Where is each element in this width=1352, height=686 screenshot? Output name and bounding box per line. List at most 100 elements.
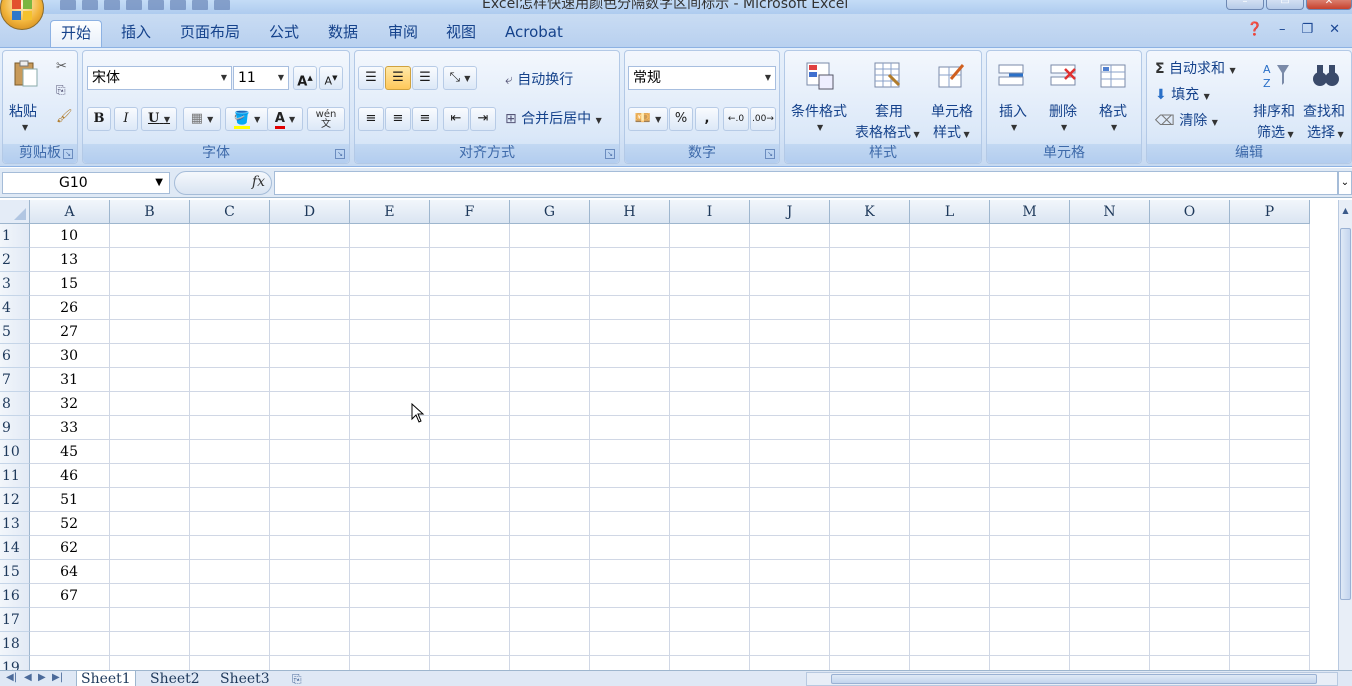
cell-l7[interactable]	[910, 368, 990, 392]
cell-o9[interactable]	[1150, 416, 1230, 440]
currency-button[interactable]: 💴 ▼	[628, 107, 668, 131]
cell-m18[interactable]	[990, 632, 1070, 656]
row-header-5[interactable]: 5	[0, 320, 30, 344]
cell-e19[interactable]	[350, 656, 430, 670]
clipboard-launcher-icon[interactable]: ↘	[63, 149, 73, 159]
cell-c18[interactable]	[190, 632, 270, 656]
insert-sheet-icon[interactable]: ⎘	[292, 672, 302, 686]
fill-color-button[interactable]: 🪣 ▼	[225, 107, 269, 131]
cell-k3[interactable]	[830, 272, 910, 296]
cell-j4[interactable]	[750, 296, 830, 320]
tab-view[interactable]: 视图	[436, 20, 486, 48]
cell-b19[interactable]	[110, 656, 190, 670]
cell-g1[interactable]	[510, 224, 590, 248]
wrap-text-button[interactable]: ⤶ 自动换行	[505, 69, 573, 89]
cell-e15[interactable]	[350, 560, 430, 584]
cell-l5[interactable]	[910, 320, 990, 344]
cell-e17[interactable]	[350, 608, 430, 632]
expand-formula-bar-icon[interactable]: ⌄	[1338, 171, 1352, 195]
cell-j3[interactable]	[750, 272, 830, 296]
cell-k18[interactable]	[830, 632, 910, 656]
cell-m5[interactable]	[990, 320, 1070, 344]
cell-k1[interactable]	[830, 224, 910, 248]
cell-e2[interactable]	[350, 248, 430, 272]
cell-k13[interactable]	[830, 512, 910, 536]
cell-j16[interactable]	[750, 584, 830, 608]
cell-c9[interactable]	[190, 416, 270, 440]
cell-j12[interactable]	[750, 488, 830, 512]
cell-o7[interactable]	[1150, 368, 1230, 392]
cell-m11[interactable]	[990, 464, 1070, 488]
cell-a1[interactable]: 10	[30, 224, 110, 248]
cell-i6[interactable]	[670, 344, 750, 368]
column-header-n[interactable]: N	[1070, 200, 1150, 224]
cell-h19[interactable]	[590, 656, 670, 670]
cell-i3[interactable]	[670, 272, 750, 296]
cell-n10[interactable]	[1070, 440, 1150, 464]
cell-p14[interactable]	[1230, 536, 1310, 560]
cell-l18[interactable]	[910, 632, 990, 656]
cell-b7[interactable]	[110, 368, 190, 392]
cell-a14[interactable]: 62	[30, 536, 110, 560]
row-header-11[interactable]: 11	[0, 464, 30, 488]
cell-d2[interactable]	[270, 248, 350, 272]
paste-icon[interactable]	[11, 59, 41, 89]
cell-l13[interactable]	[910, 512, 990, 536]
number-format-select[interactable]: 常规 ▼	[628, 66, 776, 90]
cell-k12[interactable]	[830, 488, 910, 512]
cell-a13[interactable]: 52	[30, 512, 110, 536]
cell-o3[interactable]	[1150, 272, 1230, 296]
cell-f15[interactable]	[430, 560, 510, 584]
cell-g16[interactable]	[510, 584, 590, 608]
cell-h11[interactable]	[590, 464, 670, 488]
cell-i17[interactable]	[670, 608, 750, 632]
find-select-icon[interactable]	[1311, 61, 1341, 91]
cell-b1[interactable]	[110, 224, 190, 248]
cell-b15[interactable]	[110, 560, 190, 584]
cell-i16[interactable]	[670, 584, 750, 608]
cell-i14[interactable]	[670, 536, 750, 560]
cell-d9[interactable]	[270, 416, 350, 440]
column-header-o[interactable]: O	[1150, 200, 1230, 224]
ribbon-close-icon[interactable]: ✕	[1329, 22, 1340, 37]
conditional-formatting-button[interactable]: 条件格式	[791, 101, 847, 121]
row-header-10[interactable]: 10	[0, 440, 30, 464]
cell-o10[interactable]	[1150, 440, 1230, 464]
cell-i1[interactable]	[670, 224, 750, 248]
row-header-18[interactable]: 18	[0, 632, 30, 656]
cell-a8[interactable]: 32	[30, 392, 110, 416]
cell-n6[interactable]	[1070, 344, 1150, 368]
cell-l3[interactable]	[910, 272, 990, 296]
cell-d8[interactable]	[270, 392, 350, 416]
cell-a12[interactable]: 51	[30, 488, 110, 512]
cell-n2[interactable]	[1070, 248, 1150, 272]
cell-p19[interactable]	[1230, 656, 1310, 670]
tab-data[interactable]: 数据	[318, 20, 368, 48]
cell-m6[interactable]	[990, 344, 1070, 368]
cell-g4[interactable]	[510, 296, 590, 320]
cell-m2[interactable]	[990, 248, 1070, 272]
new-icon[interactable]	[148, 0, 164, 10]
cell-g9[interactable]	[510, 416, 590, 440]
sheet-tab-sheet1[interactable]: Sheet1	[76, 671, 136, 686]
cell-l11[interactable]	[910, 464, 990, 488]
cell-c17[interactable]	[190, 608, 270, 632]
cell-n19[interactable]	[1070, 656, 1150, 670]
undo-icon[interactable]	[82, 0, 98, 10]
cell-d15[interactable]	[270, 560, 350, 584]
tab-review[interactable]: 审阅	[378, 20, 428, 48]
cell-e3[interactable]	[350, 272, 430, 296]
cell-h1[interactable]	[590, 224, 670, 248]
cell-j19[interactable]	[750, 656, 830, 670]
cell-g13[interactable]	[510, 512, 590, 536]
orientation-button[interactable]: ⤡ ▼	[443, 66, 477, 90]
vertical-scrollbar[interactable]: ▲	[1338, 200, 1352, 670]
decrease-indent-button[interactable]: ⇤	[443, 107, 469, 131]
cell-c10[interactable]	[190, 440, 270, 464]
cell-g10[interactable]	[510, 440, 590, 464]
cell-p3[interactable]	[1230, 272, 1310, 296]
column-header-g[interactable]: G	[510, 200, 590, 224]
cell-a5[interactable]: 27	[30, 320, 110, 344]
cell-e1[interactable]	[350, 224, 430, 248]
cell-p1[interactable]	[1230, 224, 1310, 248]
